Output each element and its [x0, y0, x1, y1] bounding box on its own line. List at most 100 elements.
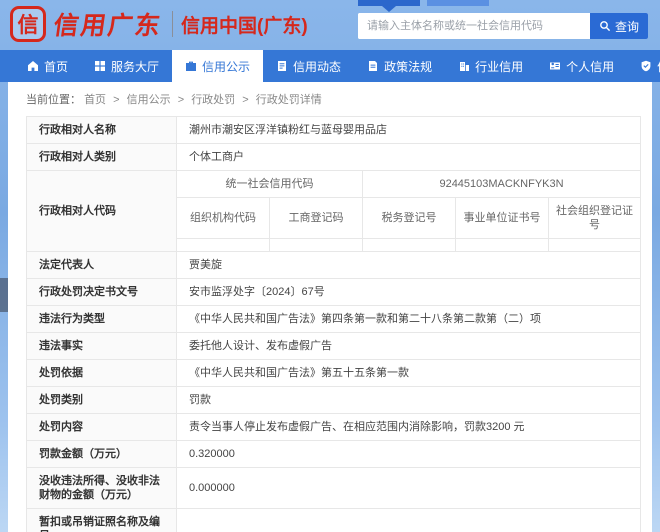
breadcrumb: 当前位置： 首页 > 信用公示 > 行政处罚 > 行政处罚详情: [8, 82, 652, 114]
site-brand: 信 信用广东 信用中国(广东): [10, 6, 308, 42]
nav-item-credit-news[interactable]: 信用动态: [263, 50, 354, 82]
site-logo: 信: [10, 6, 46, 42]
main-nav: 首页 服务大厅 信用公示 信用动态 政策法规 行业信用 个人信用: [0, 50, 660, 82]
row-value: 罚款: [175, 386, 642, 414]
search-tab-active[interactable]: [358, 0, 420, 12]
table-row: 暂扣或吊销证照名称及编号: [26, 508, 642, 532]
table-row-codes: 行政相对人代码 统一社会信用代码 92445103MACKNFYK3N: [26, 170, 642, 252]
table-row: 处罚依据 《中华人民共和国广告法》第五十五条第一款: [26, 359, 642, 387]
table-row: 行政相对人类别 个体工商户: [26, 143, 642, 171]
row-value: 安市监浮处字〔2024〕67号: [175, 278, 642, 306]
search-button-label: 查询: [614, 19, 639, 34]
search-input[interactable]: [358, 13, 590, 39]
brand-calligraphy: 信用广东: [51, 12, 164, 40]
nav-label: 服务大厅: [111, 59, 160, 74]
code-header: 工商登记码: [269, 197, 363, 239]
code-value: [269, 238, 363, 252]
nav-item-service-hall[interactable]: 服务大厅: [81, 50, 172, 82]
main-content: 当前位置： 首页 > 信用公示 > 行政处罚 > 行政处罚详情 行政相对人名称 …: [8, 82, 652, 532]
row-label: 处罚内容: [26, 413, 177, 441]
news-icon: [278, 61, 287, 71]
nav-label: 个人信用: [566, 59, 615, 74]
code-value: [455, 238, 549, 252]
row-value: 《中华人民共和国广告法》第四条第一款和第二十八条第二款第（二）项: [175, 305, 642, 333]
nav-item-credit-publicity[interactable]: 信用公示: [172, 50, 264, 82]
policy-doc-icon: [369, 61, 378, 71]
shield-check-icon: [641, 60, 651, 72]
table-row: 行政处罚决定书文号 安市监浮处字〔2024〕67号: [26, 278, 642, 306]
row-label: 没收违法所得、没收非法财物的金额（万元）: [26, 467, 177, 509]
table-row: 没收违法所得、没收非法财物的金额（万元） 0.000000: [26, 467, 642, 509]
table-row: 处罚内容 责令当事人停止发布虚假广告、在相应范围内消除影响，罚款3200 元: [26, 413, 642, 441]
breadcrumb-current: 行政处罚详情: [255, 94, 322, 106]
site-title: 信用中国(广东): [181, 15, 308, 37]
breadcrumb-separator: >: [177, 94, 185, 106]
uscc-label: 统一社会信用代码: [176, 170, 363, 198]
code-header: 税务登记号: [362, 197, 456, 239]
code-value: [176, 238, 270, 252]
row-label: 暂扣或吊销证照名称及编号: [26, 508, 177, 532]
row-label: 处罚类别: [26, 386, 177, 414]
nav-label: 信用公示: [202, 59, 251, 74]
nav-item-personal-credit[interactable]: 个人信用: [536, 50, 627, 82]
row-label: 行政处罚决定书文号: [26, 278, 177, 306]
row-value: 委托他人设计、发布虚假广告: [175, 332, 642, 360]
breadcrumb-separator: >: [242, 94, 249, 106]
nav-item-home[interactable]: 首页: [14, 50, 81, 82]
table-row: 罚款金额（万元） 0.320000: [26, 440, 642, 468]
grid-icon: [95, 61, 106, 71]
row-value: 贾美旋: [175, 251, 642, 279]
nav-item-industry-credit[interactable]: 行业信用: [445, 50, 536, 82]
code-value: [362, 238, 456, 252]
breadcrumb-admin-penalty[interactable]: 行政处罚: [191, 94, 235, 106]
nav-item-credit-commitment[interactable]: 信用承诺: [627, 50, 660, 82]
breadcrumb-credit-publicity[interactable]: 信用公示: [127, 94, 171, 106]
row-label: 罚款金额（万元）: [26, 440, 177, 468]
nav-label: 信用动态: [293, 59, 342, 74]
row-value: 个体工商户: [175, 143, 642, 171]
search-area: 查询: [358, 0, 648, 39]
table-row: 法定代表人 贾美旋: [26, 251, 642, 279]
nav-label: 首页: [44, 59, 69, 74]
search-tabs: [358, 0, 648, 12]
uscc-value: 92445103MACKNFYK3N: [361, 170, 642, 198]
code-header: 事业单位证书号: [455, 197, 549, 239]
home-icon: [28, 61, 38, 71]
search-tab-inactive[interactable]: [427, 0, 489, 6]
nav-item-policy[interactable]: 政策法规: [354, 50, 445, 82]
code-header: 社会组织登记证号: [547, 197, 642, 239]
table-row: 行政相对人名称 潮州市潮安区浮洋镇粉红与蓝母婴用品店: [26, 116, 642, 144]
row-value: [175, 508, 642, 532]
row-value: 《中华人民共和国广告法》第五十五条第一款: [175, 359, 642, 387]
row-value: 潮州市潮安区浮洋镇粉红与蓝母婴用品店: [175, 116, 642, 144]
code-header: 组织机构代码: [176, 197, 270, 239]
row-value: 0.000000: [175, 467, 642, 509]
briefcase-icon: [186, 61, 197, 71]
search-button[interactable]: 查询: [590, 13, 648, 39]
magnifier-icon: [600, 21, 611, 32]
brand-divider: [172, 11, 174, 37]
table-row: 处罚类别 罚款: [26, 386, 642, 414]
background-photo-detail: [0, 278, 8, 312]
table-row: 违法事实 委托他人设计、发布虚假广告: [26, 332, 642, 360]
penalty-detail-table: 行政相对人名称 潮州市潮安区浮洋镇粉红与蓝母婴用品店 行政相对人类别 个体工商户…: [26, 116, 642, 532]
breadcrumb-separator: >: [113, 94, 120, 106]
row-label: 行政相对人代码: [26, 170, 177, 252]
row-label: 违法行为类型: [26, 305, 177, 333]
nav-label: 政策法规: [384, 59, 433, 74]
nav-label: 行业信用: [475, 59, 524, 74]
row-label: 违法事实: [26, 332, 177, 360]
row-label: 处罚依据: [26, 359, 177, 387]
row-label: 行政相对人名称: [26, 116, 177, 144]
row-value: 责令当事人停止发布虚假广告、在相应范围内消除影响，罚款3200 元: [175, 413, 642, 441]
breadcrumb-home[interactable]: 首页: [84, 94, 106, 106]
table-row: 违法行为类型 《中华人民共和国广告法》第四条第一款和第二十八条第二款第（二）项: [26, 305, 642, 333]
row-value: 0.320000: [175, 440, 642, 468]
id-card-icon: [550, 62, 561, 70]
row-label: 行政相对人类别: [26, 143, 177, 171]
site-header: 信 信用广东 信用中国(广东) 查询: [0, 0, 660, 50]
building-icon: [460, 62, 470, 71]
breadcrumb-prefix: 当前位置：: [26, 94, 81, 106]
code-value: [547, 238, 642, 252]
row-label: 法定代表人: [26, 251, 177, 279]
